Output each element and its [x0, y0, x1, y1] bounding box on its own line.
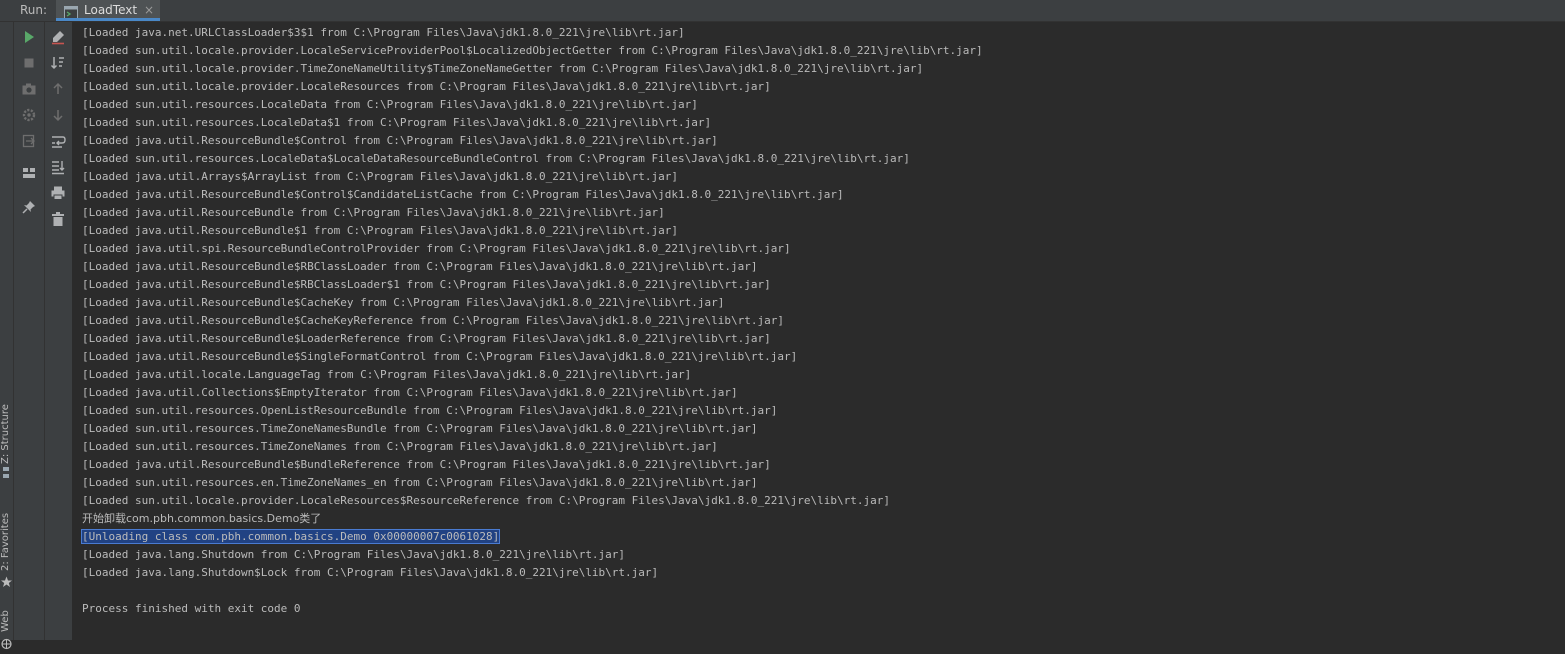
console-line: [Loaded java.util.ResourceBundle$1 from … — [82, 222, 983, 240]
tool-window-stripe: Z: Structure 2: Favorites Web — [0, 22, 14, 650]
selected-console-line: [Unloading class com.pbh.common.basics.D… — [80, 528, 983, 546]
console-line: [Loaded sun.util.locale.provider.TimeZon… — [82, 60, 983, 78]
console-line-text: [Loaded java.util.locale.LanguageTag fro… — [82, 368, 692, 381]
console-line: [Loaded java.util.ResourceBundle$CacheKe… — [82, 294, 983, 312]
console-line: [Loaded java.util.ResourceBundle$BundleR… — [82, 456, 983, 474]
console-line-text: [Loaded sun.util.resources.LocaleData$1 … — [82, 116, 712, 129]
console-line: [Loaded java.util.Collections$EmptyItera… — [82, 384, 983, 402]
run-toolbar — [14, 22, 45, 640]
globe-icon — [0, 635, 13, 654]
console-line: [Loaded sun.util.resources.OpenListResou… — [82, 402, 983, 420]
console-line-text: [Loaded java.util.ResourceBundle from C:… — [82, 206, 665, 219]
console-line: [Loaded sun.util.locale.provider.LocaleR… — [82, 492, 983, 510]
console-line: [Loaded java.util.ResourceBundle$Control… — [82, 186, 983, 204]
console-line: [Loaded java.util.ResourceBundle$SingleF… — [82, 348, 983, 366]
web-label: Web — [0, 610, 11, 632]
console-lines: [Loaded java.net.URLClassLoader$3$1 from… — [80, 24, 983, 618]
console-line-text: [Loaded sun.util.resources.TimeZoneNames… — [82, 440, 718, 453]
exit-icon[interactable] — [21, 133, 37, 149]
console-line-text: Process finished with exit code 0 — [82, 602, 301, 615]
console-line-text: [Loaded java.util.ResourceBundle$SingleF… — [82, 350, 798, 363]
console-line: [Loaded java.net.URLClassLoader$3$1 from… — [82, 24, 983, 42]
console-line-text: [Loaded java.net.URLClassLoader$3$1 from… — [82, 26, 685, 39]
sort-icon[interactable] — [50, 55, 66, 71]
trash-icon[interactable] — [50, 211, 66, 227]
console-line-text: [Loaded sun.util.locale.provider.LocaleR… — [82, 494, 890, 507]
console-line: [Loaded sun.util.resources.TimeZoneNames… — [82, 420, 983, 438]
close-icon[interactable]: × — [144, 3, 154, 17]
console-line-text: [Unloading class com.pbh.common.basics.D… — [80, 529, 501, 544]
console-line-text: [Loaded java.util.ResourceBundle$CacheKe… — [82, 296, 725, 309]
structure-icon — [0, 465, 13, 489]
console-line: [Loaded java.lang.Shutdown$Lock from C:\… — [82, 564, 983, 582]
console-output[interactable]: [Loaded java.net.URLClassLoader$3$1 from… — [73, 22, 1565, 640]
tab-loadtext[interactable]: LoadText × — [56, 0, 160, 21]
stop-icon[interactable] — [21, 55, 37, 71]
console-line: [Loaded sun.util.locale.provider.LocaleR… — [82, 78, 983, 96]
run-icon[interactable] — [21, 29, 37, 45]
favorites-label: 2: Favorites — [0, 512, 11, 571]
console-line-text: [Loaded java.lang.Shutdown$Lock from C:\… — [82, 566, 659, 579]
console-line-text: [Loaded java.lang.Shutdown from C:\Progr… — [82, 548, 626, 561]
console-line: [Loaded sun.util.resources.TimeZoneNames… — [82, 438, 983, 456]
console-line-text: [Loaded java.util.spi.ResourceBundleCont… — [82, 242, 791, 255]
console-line-text: [Loaded sun.util.resources.OpenListResou… — [82, 404, 778, 417]
scroll-to-end-icon[interactable] — [50, 159, 66, 175]
run-label: Run: — [20, 3, 48, 17]
layout-icon[interactable] — [21, 165, 37, 181]
console-line-text: [Loaded java.util.ResourceBundle$CacheKe… — [82, 314, 784, 327]
console-line-text: [Loaded java.util.ResourceBundle$Control… — [82, 134, 718, 147]
console-line-text: [Loaded sun.util.resources.en.TimeZoneNa… — [82, 476, 758, 489]
console-line: [Loaded java.util.spi.ResourceBundleCont… — [82, 240, 983, 258]
console-line-text: [Loaded sun.util.locale.provider.LocaleS… — [82, 44, 983, 57]
print-icon[interactable] — [50, 185, 66, 201]
console-line: 开始卸载com.pbh.common.basics.Demo类了 — [82, 510, 983, 528]
console-line-text: [Loaded sun.util.resources.TimeZoneNames… — [82, 422, 758, 435]
console-line-text: [Loaded sun.util.resources.LocaleData$Lo… — [82, 152, 910, 165]
console-line-text: [Loaded java.util.Arrays$ArrayList from … — [82, 170, 679, 183]
console-line: [Loaded sun.util.resources.en.TimeZoneNa… — [82, 474, 983, 492]
soft-wrap-icon[interactable] — [50, 133, 66, 149]
star-icon — [0, 573, 13, 592]
up-arrow-icon[interactable] — [50, 81, 66, 97]
console-toolbar — [45, 22, 73, 640]
console-line-text: [Loaded java.util.ResourceBundle$LoaderR… — [82, 332, 771, 345]
settings-icon[interactable] — [21, 107, 37, 123]
down-arrow-icon[interactable] — [50, 107, 66, 123]
run-tab-bar: Run: LoadText × — [0, 0, 1565, 22]
clear-icon[interactable] — [50, 29, 66, 45]
console-line: [Loaded sun.util.resources.LocaleData$Lo… — [82, 150, 983, 168]
console-line-text: [Loaded java.util.ResourceBundle$RBClass… — [82, 260, 758, 273]
console-tab-icon — [64, 4, 78, 19]
structure-label: Z: Structure — [0, 404, 11, 464]
console-line-text: [Loaded java.util.ResourceBundle$RBClass… — [82, 278, 771, 291]
console-line-text: [Loaded java.util.ResourceBundle$BundleR… — [82, 458, 771, 471]
console-line: [Loaded sun.util.resources.LocaleData$1 … — [82, 114, 983, 132]
console-line-text: [Loaded java.util.ResourceBundle$Control… — [82, 188, 844, 201]
console-line-text: [Loaded java.util.Collections$EmptyItera… — [82, 386, 738, 399]
console-line: Process finished with exit code 0 — [82, 600, 983, 618]
console-line: [Loaded java.util.Arrays$ArrayList from … — [82, 168, 983, 186]
console-line-text: [Loaded java.util.ResourceBundle$1 from … — [82, 224, 679, 237]
console-line: [Loaded sun.util.resources.LocaleData fr… — [82, 96, 983, 114]
tab-label: LoadText — [84, 3, 138, 17]
console-line: [Loaded java.lang.Shutdown from C:\Progr… — [82, 546, 983, 564]
console-line-text: [Loaded sun.util.locale.provider.TimeZon… — [82, 62, 924, 75]
console-line: [Loaded java.util.ResourceBundle$CacheKe… — [82, 312, 983, 330]
console-line-text: 开始卸载com.pbh.common.basics.Demo类了 — [82, 512, 322, 525]
console-line: [Loaded java.util.ResourceBundle$Control… — [82, 132, 983, 150]
console-line: [Loaded java.util.ResourceBundle$LoaderR… — [82, 330, 983, 348]
pin-icon[interactable] — [21, 199, 37, 215]
active-tab-indicator — [56, 18, 160, 21]
camera-icon[interactable] — [21, 81, 37, 97]
console-line: [Loaded java.util.locale.LanguageTag fro… — [82, 366, 983, 384]
console-line-text: [Loaded sun.util.locale.provider.LocaleR… — [82, 80, 771, 93]
console-line: [Loaded java.util.ResourceBundle$RBClass… — [82, 276, 983, 294]
console-line-text: [Loaded sun.util.resources.LocaleData fr… — [82, 98, 698, 111]
console-line: [Loaded java.util.ResourceBundle$RBClass… — [82, 258, 983, 276]
console-line: [Loaded java.util.ResourceBundle from C:… — [82, 204, 983, 222]
console-line: [Loaded sun.util.locale.provider.LocaleS… — [82, 42, 983, 60]
